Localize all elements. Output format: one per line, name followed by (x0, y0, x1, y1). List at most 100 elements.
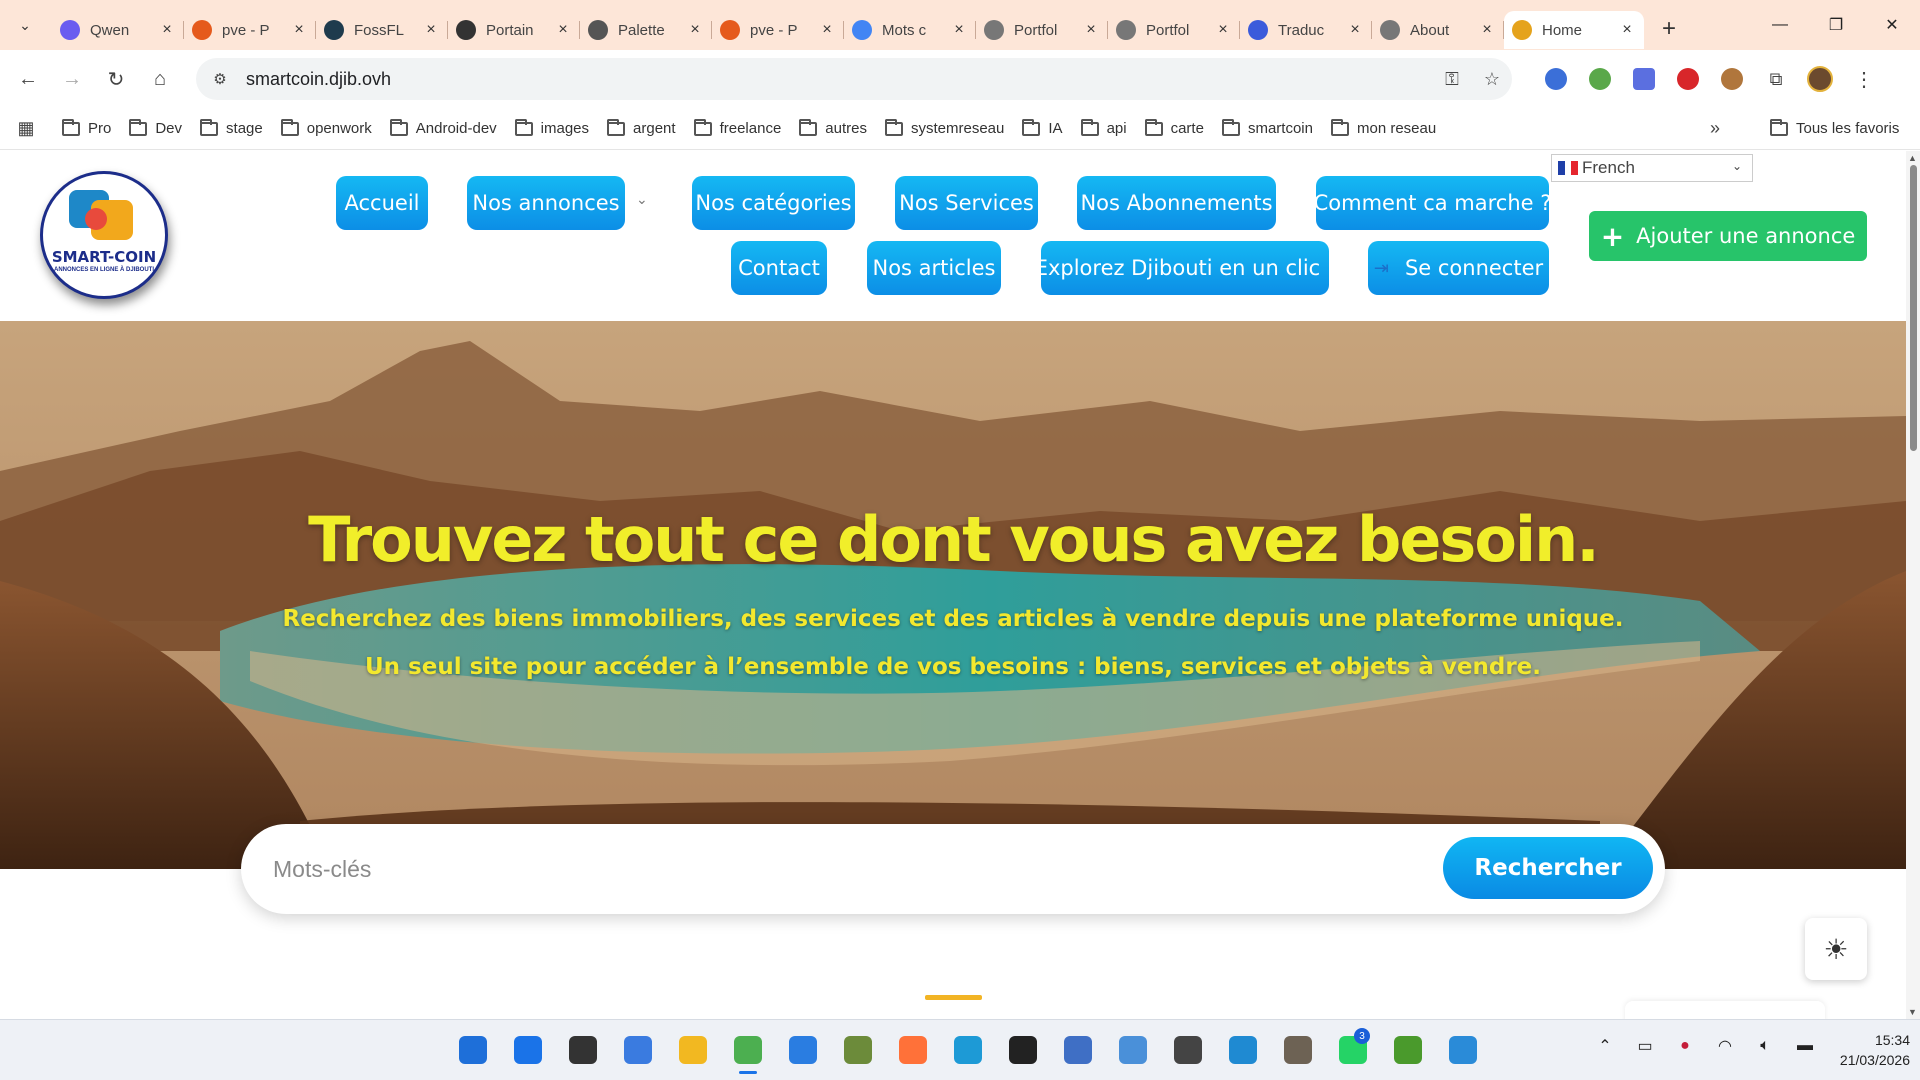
scroll-up-icon[interactable]: ▲ (1908, 153, 1917, 163)
nav-contact[interactable]: Contact (731, 241, 827, 295)
bookmark-folder[interactable]: images (514, 118, 589, 137)
site-info-icon[interactable]: ⚙ (202, 70, 238, 88)
extension-icon-3[interactable] (1622, 61, 1666, 97)
profile-avatar[interactable] (1798, 61, 1842, 97)
address-bar[interactable]: ⚙ smartcoin.djib.ovh ⚿ ☆ (196, 58, 1512, 100)
volume-icon[interactable]: 🔈︎ (1745, 1037, 1785, 1055)
bookmark-folder[interactable]: api (1080, 118, 1127, 137)
extension-icon-1[interactable] (1534, 61, 1578, 97)
nav-explorez-djibouti[interactable]: Explorez Djibouti en un clic ! (1035, 241, 1335, 295)
url-text[interactable]: smartcoin.djib.ovh (246, 69, 1432, 90)
browser-tab[interactable]: Home × (1504, 11, 1644, 49)
maximize-icon[interactable]: ❐ (1808, 0, 1864, 50)
taskbar-app-vmware[interactable] (940, 1028, 995, 1072)
clock[interactable]: 15:34 21/03/2026 (1800, 1030, 1910, 1070)
browser-tab[interactable]: Palette × (580, 11, 712, 49)
new-tab-button[interactable]: + (1652, 12, 1686, 46)
taskbar-app-network-tool[interactable] (1050, 1028, 1105, 1072)
scrollbar-thumb[interactable] (1910, 165, 1917, 451)
extension-icon-4[interactable] (1666, 61, 1710, 97)
theme-toggle-sun-icon[interactable]: ☀ (1805, 918, 1867, 980)
browser-tab[interactable]: pve - P × (184, 11, 316, 49)
tray-overflow-icon[interactable]: ⌃ (1585, 1036, 1625, 1056)
taskbar-app-windows-start[interactable] (445, 1028, 500, 1072)
more-bookmarks-icon[interactable]: » (1710, 118, 1720, 139)
bookmark-folder[interactable]: IA (1022, 118, 1063, 137)
bookmark-folder[interactable]: autres (799, 118, 867, 137)
bookmark-star-icon[interactable]: ☆ (1472, 69, 1512, 90)
bookmark-folder[interactable]: Dev (129, 118, 182, 137)
nav-abonnements[interactable]: Nos Abonnements (1077, 176, 1276, 230)
tab-close-icon[interactable]: × (1618, 21, 1636, 39)
bookmark-folder[interactable]: mon reseau (1330, 118, 1436, 137)
password-key-icon[interactable]: ⚿ (1432, 69, 1472, 90)
tab-close-icon[interactable]: × (1214, 21, 1232, 39)
tab-close-icon[interactable]: × (686, 21, 704, 39)
taskbar-app-whatsapp[interactable]: 3 (1325, 1028, 1380, 1072)
all-bookmarks[interactable]: Tous les favoris (1770, 118, 1899, 137)
bookmark-folder[interactable]: Pro (62, 118, 111, 137)
nav-comment-ca-marche[interactable]: Comment ca marche ? (1314, 176, 1551, 230)
browser-tab[interactable]: Portfol × (1108, 11, 1240, 49)
browser-tab[interactable]: FossFL × (316, 11, 448, 49)
add-annonce-button[interactable]: + Ajouter une annonce (1589, 211, 1867, 261)
taskbar-app-vscode[interactable] (1215, 1028, 1270, 1072)
taskbar-app-paint[interactable] (830, 1028, 885, 1072)
minimize-icon[interactable]: — (1752, 0, 1808, 50)
taskbar-app-edge-blue[interactable] (775, 1028, 830, 1072)
home-icon[interactable]: ⌂ (138, 57, 182, 101)
browser-tab[interactable]: Portfol × (976, 11, 1108, 49)
bookmark-folder[interactable]: systemreseau (885, 118, 1004, 137)
tab-close-icon[interactable]: × (290, 21, 308, 39)
language-select[interactable]: French ⌄ (1551, 154, 1753, 182)
browser-tab[interactable]: pve - P × (712, 11, 844, 49)
extension-icon-2[interactable] (1578, 61, 1622, 97)
taskbar-app-gimp[interactable] (1270, 1028, 1325, 1072)
nav-categories[interactable]: Nos catégories (692, 176, 855, 230)
tab-close-icon[interactable]: × (554, 21, 572, 39)
bookmark-folder[interactable]: Android-dev (389, 118, 497, 137)
taskbar-app-task-view[interactable] (555, 1028, 610, 1072)
page-scrollbar[interactable]: ▲ ▼ (1906, 151, 1920, 1019)
taskbar-app-photo-app[interactable] (1435, 1028, 1490, 1072)
nav-services[interactable]: Nos Services (895, 176, 1038, 230)
bookmark-folder[interactable]: openwork (280, 118, 372, 137)
taskbar-app-file-explorer[interactable] (665, 1028, 720, 1072)
reload-icon[interactable]: ↻ (94, 57, 138, 101)
browser-tab[interactable]: Qwen × (52, 11, 184, 49)
wifi-icon[interactable]: ◠ (1705, 1036, 1745, 1056)
monitor-icon[interactable]: ▭ (1625, 1036, 1665, 1056)
nav-articles[interactable]: Nos articles (867, 241, 1001, 295)
extensions-puzzle-icon[interactable]: ⧉ (1754, 61, 1798, 97)
scroll-down-icon[interactable]: ▼ (1908, 1007, 1917, 1017)
tab-search-chevron-icon[interactable]: ⌄ (8, 8, 42, 42)
browser-menu-icon[interactable]: ⋮ (1842, 61, 1886, 97)
tab-close-icon[interactable]: × (422, 21, 440, 39)
taskbar-app-firefox[interactable] (885, 1028, 940, 1072)
bookmark-folder[interactable]: freelance (693, 118, 781, 137)
tab-close-icon[interactable]: × (1082, 21, 1100, 39)
tab-close-icon[interactable]: × (1478, 21, 1496, 39)
tab-close-icon[interactable]: × (158, 21, 176, 39)
bookmark-folder[interactable]: carte (1144, 118, 1204, 137)
back-icon[interactable]: ← (6, 57, 50, 101)
nav-se-connecter[interactable]: ⇥ Se connecter (1368, 241, 1549, 295)
taskbar-app-app-store[interactable] (610, 1028, 665, 1072)
browser-tab[interactable]: Mots c × (844, 11, 976, 49)
bookmark-folder[interactable]: smartcoin (1221, 118, 1313, 137)
taskbar-app-transfer-tool[interactable] (1105, 1028, 1160, 1072)
extension-icon-5[interactable] (1710, 61, 1754, 97)
tab-close-icon[interactable]: × (818, 21, 836, 39)
browser-tab[interactable]: About × (1372, 11, 1504, 49)
taskbar-app-obs[interactable] (995, 1028, 1050, 1072)
tab-close-icon[interactable]: × (950, 21, 968, 39)
bookmark-folder[interactable]: stage (200, 118, 263, 137)
taskbar-app-torrent[interactable] (1380, 1028, 1435, 1072)
taskbar-app-gpu-app[interactable] (1160, 1028, 1215, 1072)
close-window-icon[interactable]: ✕ (1864, 0, 1920, 50)
bookmark-folder[interactable]: argent (607, 118, 676, 137)
forward-icon[interactable]: → (50, 57, 94, 101)
tab-close-icon[interactable]: × (1346, 21, 1364, 39)
taskbar-app-chrome[interactable] (720, 1028, 775, 1074)
chevron-down-icon[interactable]: ⌄ (636, 191, 648, 208)
